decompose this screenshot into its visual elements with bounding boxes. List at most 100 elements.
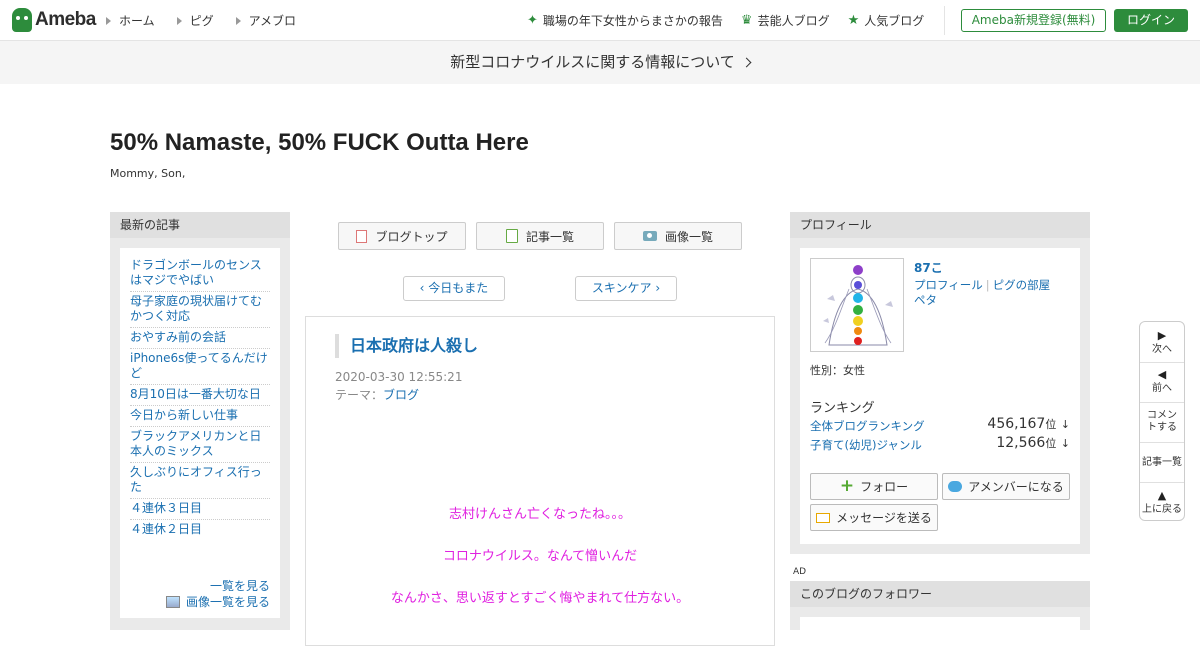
- recent-post-link[interactable]: ４連休２日目: [130, 520, 270, 540]
- article-text-line: なんかさ、思い返すとすごく悔やまれて仕方ない。: [390, 591, 690, 606]
- recent-post-link[interactable]: ４連休３日目: [130, 499, 270, 520]
- recent-post-link[interactable]: ブラックアメリカンと日本人のミックス: [130, 427, 270, 463]
- pigg-room-link[interactable]: ピグの部屋: [993, 278, 1051, 292]
- copy-list-icon: [505, 229, 518, 243]
- featured-link-report[interactable]: ✦ 職場の年下女性からまさかの報告: [527, 12, 723, 29]
- recent-post-link[interactable]: iPhone6s使ってるんだけど: [130, 349, 270, 385]
- theme-link[interactable]: ブログ: [383, 388, 419, 402]
- notice-text: 新型コロナウイルスに関する情報について: [450, 53, 735, 71]
- header-divider: [944, 6, 945, 35]
- nav-divider: [1140, 482, 1184, 483]
- profile-link[interactable]: プロフィール: [914, 278, 983, 292]
- recent-posts-panel: 最新の記事 ドラゴンボールのセンスはマジでやばい 母子家庭の現状届けてむかつく対…: [110, 212, 290, 630]
- see-list-link[interactable]: 一覧を見る: [166, 578, 270, 594]
- peta-link[interactable]: ペタ: [914, 293, 937, 307]
- triangle-right-icon: [176, 16, 182, 25]
- overall-ranking-link[interactable]: 全体ブログランキング: [810, 419, 925, 433]
- profile-links: プロフィール | ピグの部屋 ペタ: [914, 278, 1074, 308]
- ameba-logo[interactable]: Ameba: [12, 8, 96, 32]
- chevron-right-icon: [741, 57, 752, 68]
- link-divider: |: [985, 278, 990, 292]
- chevron-right-icon: ›: [651, 281, 661, 295]
- global-header: Ameba ホーム ピグ アメブロ ✦ 職場の年下女性からまさかの報告 ♛ 芸能人ブ…: [0, 0, 1200, 41]
- followers-box: [800, 617, 1080, 630]
- recent-post-link[interactable]: ドラゴンボールのセンスはマジでやばい: [130, 256, 270, 292]
- recent-post-link[interactable]: 久しぶりにオフィス行った: [130, 463, 270, 499]
- nav-ameblo[interactable]: アメブロ: [235, 12, 296, 29]
- recent-post-link[interactable]: おやすみ前の会話: [130, 328, 270, 349]
- ranking-value: 456,167位 ↓: [987, 416, 1070, 432]
- triangle-up-icon: ▲: [1157, 489, 1167, 502]
- triangle-right-icon: [235, 16, 241, 25]
- sparkle-icon: ✦: [527, 13, 538, 28]
- chat-bubble-icon: [948, 481, 963, 492]
- play-right-icon: ▶: [1157, 329, 1167, 342]
- next-post-button[interactable]: ▶ 次へ: [1140, 330, 1184, 356]
- article-list-float-button[interactable]: 記事一覧: [1140, 457, 1184, 469]
- nav-home[interactable]: ホーム: [106, 12, 155, 29]
- blog-subtitle: Mommy, Son,: [110, 167, 186, 180]
- featured-nav: ✦ 職場の年下女性からまさかの報告 ♛ 芸能人ブログ ★ 人気ブログ: [527, 12, 924, 29]
- article: 日本政府は人殺し 2020-03-30 12:55:21 テーマ：ブログ 志村け…: [305, 316, 775, 646]
- profile-box: 87こ プロフィール | ピグの部屋 ペタ 性別：女性 ランキング 全体ブログランキ…: [800, 248, 1080, 544]
- profile-heading: プロフィール: [790, 212, 1090, 238]
- chevron-left-icon: ‹: [419, 281, 429, 295]
- recent-post-link[interactable]: 8月10日は一番大切な日: [130, 385, 270, 406]
- plus-icon: +: [839, 476, 855, 496]
- crown-icon: ♛: [740, 13, 753, 28]
- followers-panel: このブログのフォロワー: [790, 581, 1090, 630]
- logo-text: Ameba: [35, 9, 96, 30]
- nav-divider: [1140, 402, 1184, 403]
- nav-pigg[interactable]: ピグ: [176, 12, 214, 29]
- star-icon: ★: [847, 13, 860, 28]
- blog-title[interactable]: 50% Namaste, 50% FUCK Outta Here: [110, 129, 529, 157]
- article-list-button[interactable]: 記事一覧: [476, 222, 604, 250]
- follow-button[interactable]: + フォロー: [810, 473, 938, 500]
- send-message-button[interactable]: メッセージを送る: [810, 504, 938, 531]
- triangle-right-icon: [106, 16, 111, 25]
- recent-post-link[interactable]: 今日から新しい仕事: [130, 406, 270, 427]
- article-text-line: 志村けんさん亡くなったね。。。: [448, 507, 631, 522]
- next-article-button[interactable]: スキンケア ›: [575, 276, 677, 301]
- blog-top-button[interactable]: ブログトップ: [338, 222, 466, 250]
- meditation-chakra-icon: [823, 265, 893, 346]
- genre-ranking-link[interactable]: 子育て(幼児)ジャンル: [810, 438, 922, 452]
- login-button[interactable]: ログイン: [1114, 9, 1188, 32]
- envelope-icon: [816, 512, 831, 523]
- back-to-top-button[interactable]: ▲ 上に戻る: [1140, 490, 1184, 516]
- featured-link-popular[interactable]: ★ 人気ブログ: [848, 12, 925, 29]
- ad-label: AD: [793, 567, 807, 577]
- recent-posts-heading: 最新の記事: [110, 212, 290, 238]
- profile-name[interactable]: 87こ: [914, 259, 943, 276]
- image-icon: [165, 596, 180, 608]
- nav-divider: [1140, 442, 1184, 443]
- avatar[interactable]: [810, 258, 904, 352]
- play-left-icon: ◀: [1157, 368, 1167, 381]
- profile-panel: プロフィール 87こ プロフィール|ピグの部屋 ペタ 性別：女性 ランキング: [790, 212, 1090, 554]
- ranking-value: 12,566位 ↓: [996, 435, 1070, 451]
- register-button[interactable]: Ameba新規登録(無料): [961, 9, 1106, 32]
- featured-link-celebrity[interactable]: ♛ 芸能人ブログ: [741, 12, 830, 29]
- article-date: 2020-03-30 12:55:21: [335, 370, 463, 384]
- ameba-mascot-icon: [12, 8, 32, 32]
- recent-more-links: 一覧を見る 画像一覧を見る: [165, 578, 270, 610]
- article-theme: テーマ：ブログ: [335, 388, 420, 402]
- image-list-button[interactable]: 画像一覧: [614, 222, 742, 250]
- trend-down-icon: ↓: [1060, 437, 1070, 450]
- recent-post-link[interactable]: 母子家庭の現状届けてむかつく対応: [130, 292, 270, 328]
- camera-icon: [642, 231, 657, 241]
- nav-divider: [1140, 362, 1184, 363]
- document-icon: [356, 229, 368, 243]
- followers-heading: このブログのフォロワー: [790, 581, 1090, 607]
- prev-article-button[interactable]: ‹ 今日もまた: [403, 276, 505, 301]
- article-title[interactable]: 日本政府は人殺し: [335, 334, 478, 358]
- ranking-row: 全体ブログランキング 456,167位 ↓: [810, 416, 1070, 434]
- covid-notice-banner[interactable]: 新型コロナウイルスに関する情報について: [0, 41, 1200, 84]
- global-nav: ホーム ピグ アメブロ: [106, 12, 296, 29]
- become-member-button[interactable]: アメンバーになる: [942, 473, 1070, 500]
- see-images-link[interactable]: 画像一覧を見る: [165, 594, 270, 610]
- ranking-heading: ランキング: [810, 401, 875, 416]
- comment-button[interactable]: コメントする: [1140, 410, 1184, 434]
- prev-post-button[interactable]: ◀ 前へ: [1140, 369, 1184, 395]
- trend-down-icon: ↓: [1060, 418, 1070, 431]
